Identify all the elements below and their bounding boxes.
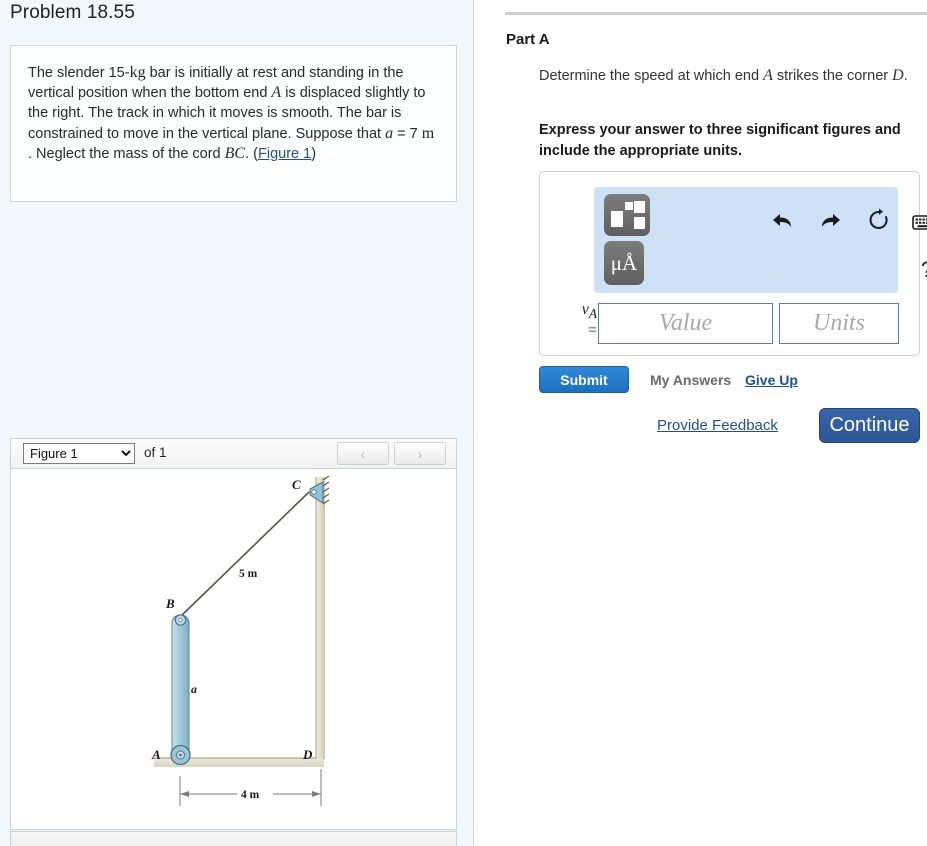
chevron-right-icon: › [417, 445, 423, 462]
figure-image: C B A D 5 m a 4 m [11, 469, 456, 829]
provide-feedback-link[interactable]: Provide Feedback [657, 417, 778, 434]
unit-kg: kg [129, 64, 146, 81]
math-template-icon[interactable] [604, 194, 650, 236]
undo-icon[interactable] [769, 209, 795, 235]
var-a-point: A [271, 84, 282, 102]
var-bc: BC [224, 144, 246, 162]
redo-icon[interactable] [818, 209, 844, 235]
problem-statement-text: The slender 15-kg bar is initially at re… [28, 63, 440, 164]
figure-prev-button[interactable]: ‹ [337, 442, 389, 465]
answer-variable-label: vA = [553, 301, 597, 340]
figure-label-base-length: 4 m [241, 789, 260, 801]
variable-v: v [581, 301, 589, 318]
equals-sign: = [587, 322, 597, 340]
page-title: Problem 18.55 [10, 2, 135, 23]
answer-instruction: Express your answer to three significant… [539, 122, 901, 159]
keyboard-icon[interactable] [912, 209, 927, 235]
question-var-d: D [892, 67, 904, 84]
figure-label-a: A [151, 747, 161, 762]
figure-label-bar-length: a [191, 682, 197, 696]
question-text-3: . [903, 68, 908, 84]
problem-statement-box: The slender 15-kg bar is initially at re… [10, 45, 457, 202]
problem-text-7: ) [311, 145, 317, 162]
variable-subscript-a: A [588, 306, 597, 322]
figure-label-cord-length: 5 m [239, 568, 258, 580]
figure-count-label: of 1 [144, 445, 167, 460]
problem-text-1: The slender 15- [28, 65, 130, 81]
question-text-2: strikes the corner [772, 68, 893, 84]
submit-button[interactable]: Submit [539, 366, 629, 393]
figure-footer-strip [10, 831, 457, 846]
figure-diagram-svg: C B A D 5 m a 4 m [151, 475, 330, 806]
figure-1-link[interactable]: Figure 1 [258, 146, 311, 162]
var-a-length: a [385, 124, 394, 142]
mastering-physics-page: Problem 18.55 The slender 15-kg bar is i… [0, 0, 927, 846]
figure-toolbar: Figure 1 of 1 ‹ › [11, 439, 456, 469]
math-toolbar: μÅ [594, 187, 927, 293]
question-var-a: A [763, 67, 773, 84]
reset-glyph [869, 208, 888, 229]
answer-value-input[interactable]: Value [598, 303, 773, 344]
my-answers-label[interactable]: My Answers [650, 372, 731, 388]
left-problem-panel: Problem 18.55 The slender 15-kg bar is i… [0, 0, 474, 846]
problem-text-5: . Neglect the mass of the cord [28, 145, 225, 162]
problem-text-6: . ( [245, 145, 258, 162]
undo-glyph [773, 214, 791, 227]
reset-icon[interactable] [866, 207, 892, 233]
section-divider [505, 12, 927, 15]
figure-label-d: D [302, 747, 313, 762]
help-icon[interactable]: ? [914, 257, 927, 283]
keyboard-glyph [912, 214, 927, 230]
figure-select[interactable]: Figure 1 [23, 443, 135, 464]
redo-glyph [822, 214, 840, 227]
template-glyph [611, 201, 645, 229]
part-a-title: Part A [506, 31, 550, 48]
question-text: Determine the speed at which end A strik… [539, 66, 919, 87]
give-up-link[interactable]: Give Up [745, 372, 798, 388]
figure-label-b: B [165, 596, 175, 611]
unit-m: m [421, 124, 435, 142]
answer-entry-box: μÅ vA = Value Units [539, 171, 927, 356]
chevron-left-icon: ‹ [360, 445, 366, 462]
units-mu-angstrom-icon[interactable]: μÅ [604, 241, 644, 285]
figure-next-button[interactable]: › [394, 442, 446, 465]
continue-button[interactable]: Continue [819, 408, 920, 443]
question-text-1: Determine the speed at which end [539, 68, 764, 84]
figure-panel: Figure 1 of 1 ‹ › C B A D 5 m a 4 m [10, 438, 457, 830]
figure-label-c: C [292, 477, 301, 492]
answer-units-input[interactable]: Units [779, 303, 899, 344]
problem-text-4: = 7 [393, 125, 422, 142]
